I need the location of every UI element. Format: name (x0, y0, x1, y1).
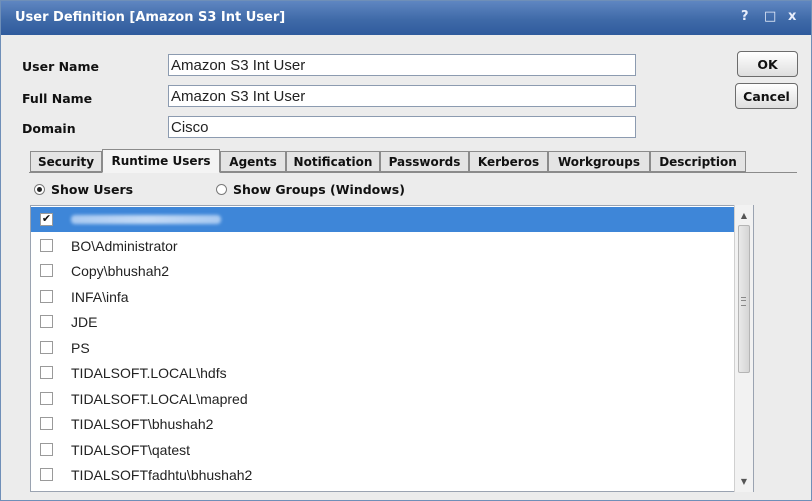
list-item[interactable]: INFA\infa (31, 284, 735, 309)
checkbox-checked[interactable]: ✔ (40, 213, 53, 226)
user-name: TIDALSOFT\bhushah2 (71, 415, 214, 432)
list-item[interactable]: Copy\bhushah2 (31, 258, 735, 283)
full-name-field[interactable] (168, 85, 636, 107)
user-name: TIDALSOFT\qatest (71, 441, 191, 458)
show-groups-label: Show Groups (Windows) (233, 182, 405, 197)
tab-passwords[interactable]: Passwords (380, 151, 469, 172)
list-item[interactable]: JDE (31, 309, 735, 334)
ok-button[interactable]: OK (737, 51, 798, 77)
user-name: TIDALSOFT.LOCAL\hdfs (71, 364, 227, 381)
user-name: PS (71, 339, 90, 356)
scroll-up-icon[interactable]: ▲ (735, 206, 753, 224)
list-item[interactable]: TIDALSOFT.LOCAL\hdfs (31, 360, 735, 385)
checkbox[interactable] (40, 468, 53, 481)
title-bar[interactable]: User Definition [Amazon S3 Int User] ? □… (1, 1, 811, 35)
checkbox[interactable] (40, 417, 53, 430)
user-name: BO\Administrator (71, 237, 178, 254)
scroll-down-icon[interactable]: ▼ (735, 472, 753, 490)
checkbox[interactable] (40, 341, 53, 354)
checkbox[interactable] (40, 443, 53, 456)
user-name: Copy\bhushah2 (71, 262, 170, 279)
tab-security[interactable]: Security (30, 151, 102, 172)
tab-agents[interactable]: Agents (220, 151, 286, 172)
user-name: INFA\infa (71, 288, 129, 305)
user-name-label: User Name (22, 59, 99, 74)
cancel-button[interactable]: Cancel (735, 83, 798, 109)
obscured-user-name (71, 215, 221, 224)
tab-runtime-users[interactable]: Runtime Users (102, 149, 220, 173)
list-scrollbar[interactable]: ▲ ▼ (734, 205, 753, 492)
radio-unselected-icon (216, 184, 227, 195)
tab-notification[interactable]: Notification (286, 151, 380, 172)
tab-description[interactable]: Description (650, 151, 746, 172)
list-item[interactable]: ✔ (31, 207, 735, 232)
checkbox[interactable] (40, 264, 53, 277)
user-name: TIDALSOFTfadhtu\bhushah2 (71, 466, 253, 483)
show-users-label: Show Users (51, 182, 134, 197)
grip-icon (741, 297, 746, 306)
list-item[interactable]: TIDALSOFT\bhushah2 (31, 411, 735, 436)
domain-field[interactable] (168, 116, 636, 138)
tab-workgroups[interactable]: Workgroups (548, 151, 650, 172)
user-name-field[interactable] (168, 54, 636, 76)
list-item[interactable]: TIDALSOFTfadhtu\bhushah2 (31, 462, 735, 487)
show-groups-radio[interactable]: Show Groups (Windows) (216, 182, 405, 197)
list-item[interactable]: BO\Administrator (31, 233, 735, 258)
user-name: TIDALSOFT.LOCAL\mapred (71, 390, 248, 407)
window-title: User Definition [Amazon S3 Int User] (15, 10, 286, 25)
help-icon[interactable]: ? (741, 9, 749, 24)
radio-selected-icon (34, 184, 45, 195)
full-name-label: Full Name (22, 91, 93, 106)
domain-label: Domain (22, 121, 76, 136)
list-item[interactable]: PS (31, 335, 735, 360)
tab-kerberos[interactable]: Kerberos (469, 151, 548, 172)
show-users-radio[interactable]: Show Users (34, 182, 133, 197)
checkbox[interactable] (40, 392, 53, 405)
checkbox[interactable] (40, 366, 53, 379)
user-definition-window: User Definition [Amazon S3 Int User] ? □… (0, 0, 812, 501)
user-name: JDE (71, 313, 98, 330)
list-item[interactable]: TIDALSOFT.LOCAL\mapred (31, 386, 735, 411)
checkbox[interactable] (40, 290, 53, 303)
runtime-users-list[interactable]: ✔ BO\Administrator Copy\bhushah2 INFA\in… (30, 205, 754, 492)
close-icon[interactable]: x (788, 9, 796, 24)
checkbox[interactable] (40, 239, 53, 252)
checkbox[interactable] (40, 315, 53, 328)
restore-icon[interactable]: □ (764, 9, 776, 24)
list-item[interactable]: TIDALSOFT\qatest (31, 437, 735, 462)
